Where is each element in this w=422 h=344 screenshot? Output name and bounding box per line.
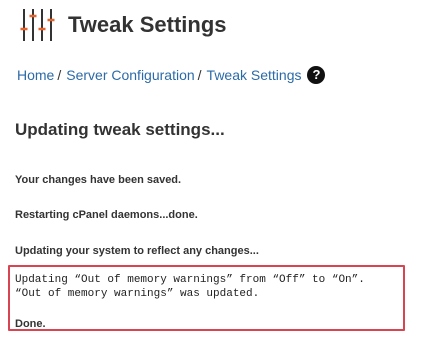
log-line: “Out of memory warnings” was updated. [15,288,260,300]
status-changes-saved: Your changes have been saved. [15,174,182,186]
update-log: Updating “Out of memory warnings” from “… [15,273,365,301]
breadcrumb-tweak-settings-link[interactable]: Tweak Settings [207,67,302,83]
help-icon[interactable]: ? [307,66,326,84]
breadcrumb-separator: / [57,67,62,83]
done-message: Done. [15,318,46,330]
status-updating-system: Updating your system to reflect any chan… [15,245,259,257]
status-restarting-daemons: Restarting cPanel daemons...done. [15,209,198,221]
breadcrumb-home-link[interactable]: Home [17,67,54,83]
log-line: Updating “Out of memory warnings” from “… [15,274,365,286]
page-title: Tweak Settings [68,12,227,37]
sliders-icon [20,9,55,41]
breadcrumb-server-configuration-link[interactable]: Server Configuration [66,67,194,83]
section-title: Updating tweak settings... [15,120,225,139]
page-header: Tweak Settings [20,6,227,44]
breadcrumb: Home / Server Configuration / Tweak Sett… [17,64,326,86]
breadcrumb-separator: / [197,67,202,83]
